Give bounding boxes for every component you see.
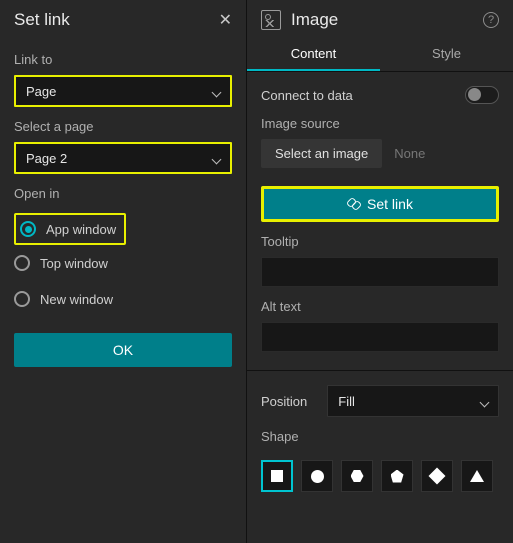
ok-button[interactable]: OK (14, 333, 232, 367)
shape-square[interactable] (261, 460, 293, 492)
panel-title: Set link (14, 10, 70, 30)
position-select[interactable]: Fill (327, 385, 499, 417)
open-in-group: App window Top window New window (14, 209, 232, 321)
connect-label: Connect to data (261, 88, 353, 103)
radio-new-window[interactable]: New window (14, 281, 232, 317)
position-label: Position (261, 394, 307, 409)
radio-top-window[interactable]: Top window (14, 245, 232, 281)
open-in-label: Open in (14, 186, 232, 201)
select-page-label: Select a page (14, 119, 232, 134)
radio-label: Top window (40, 256, 108, 271)
connect-toggle[interactable] (465, 86, 499, 104)
position-value: Fill (338, 394, 355, 409)
alt-text-label: Alt text (261, 299, 499, 314)
shape-label: Shape (261, 429, 499, 444)
image-source-label: Image source (261, 116, 499, 131)
shape-triangle[interactable] (461, 460, 493, 492)
image-icon (261, 10, 281, 30)
image-source-value: None (394, 146, 425, 161)
select-image-button[interactable]: Select an image (261, 139, 382, 168)
tooltip-input[interactable] (261, 257, 499, 287)
panel-title: Image (291, 10, 338, 30)
chevron-down-icon (481, 394, 488, 409)
panel-header: Image ? (247, 0, 513, 36)
tabs: Content Style (247, 36, 513, 72)
radio-label: New window (40, 292, 113, 307)
shape-hexagon[interactable] (341, 460, 373, 492)
tab-style[interactable]: Style (380, 36, 513, 71)
panel-header: Set link ✕ (0, 0, 246, 40)
set-link-label: Set link (367, 196, 413, 212)
tab-content[interactable]: Content (247, 36, 380, 71)
image-panel: Image ? Content Style Connect to data Im… (247, 0, 513, 543)
radio-label: App window (46, 222, 116, 237)
alt-text-input[interactable] (261, 322, 499, 352)
set-link-button[interactable]: Set link (261, 186, 499, 222)
page-select[interactable]: Page 2 (14, 142, 232, 174)
link-to-label: Link to (14, 52, 232, 67)
link-icon (347, 197, 361, 211)
radio-icon (14, 291, 30, 307)
shape-picker (247, 452, 513, 500)
shape-circle[interactable] (301, 460, 333, 492)
radio-app-window[interactable]: App window (18, 217, 122, 241)
close-icon[interactable]: ✕ (219, 10, 232, 30)
page-value: Page 2 (26, 151, 67, 166)
link-to-value: Page (26, 84, 56, 99)
shape-diamond[interactable] (421, 460, 453, 492)
link-to-select[interactable]: Page (14, 75, 232, 107)
radio-icon (20, 221, 36, 237)
chevron-down-icon (213, 84, 220, 99)
connect-row: Connect to data (247, 72, 513, 104)
set-link-panel: Set link ✕ Link to Page Select a page Pa… (0, 0, 247, 543)
radio-icon (14, 255, 30, 271)
help-icon[interactable]: ? (483, 12, 499, 28)
tooltip-label: Tooltip (261, 234, 499, 249)
chevron-down-icon (213, 151, 220, 166)
shape-pentagon[interactable] (381, 460, 413, 492)
